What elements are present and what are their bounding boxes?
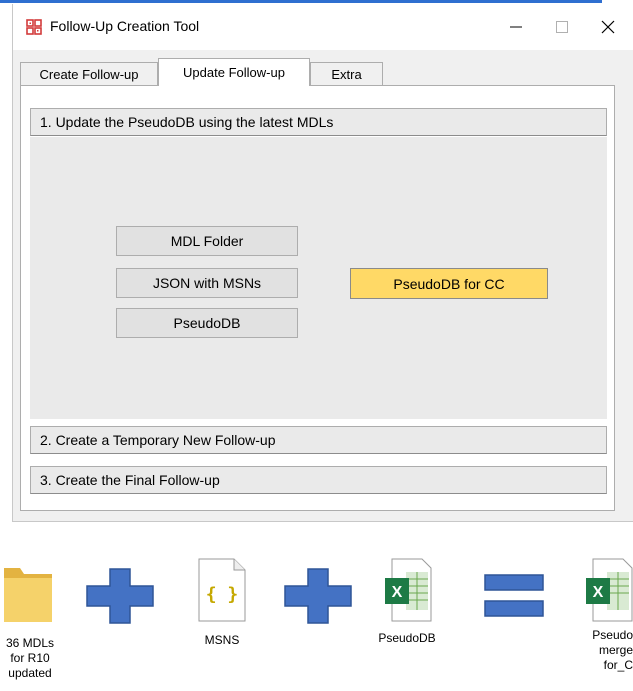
excel-label: PseudoDB bbox=[378, 631, 436, 645]
tab-update-follow-up[interactable]: Update Follow-up bbox=[158, 58, 310, 86]
pseudodb-for-cc-button[interactable]: PseudoDB for CC bbox=[350, 268, 548, 299]
section-update-pseudodb[interactable]: 1. Update the PseudoDB using the latest … bbox=[30, 108, 607, 136]
app-icon bbox=[26, 19, 42, 35]
mdl-folder-button[interactable]: MDL Folder bbox=[116, 226, 298, 256]
minimize-icon bbox=[510, 26, 522, 28]
plus-icon bbox=[86, 568, 154, 624]
json-label: MSNS bbox=[204, 633, 240, 647]
maximize-button[interactable] bbox=[539, 8, 585, 46]
folder-label: 36 MDLs for R10 updated bbox=[5, 636, 55, 680]
excel-glyph: X bbox=[392, 584, 403, 601]
excel-glyph: X bbox=[593, 584, 604, 601]
title-bar[interactable]: Follow-Up Creation Tool bbox=[13, 4, 633, 50]
json-glyph: { } bbox=[206, 584, 239, 605]
section-final-follow-up[interactable]: 3. Create the Final Follow-up bbox=[30, 466, 607, 494]
close-icon bbox=[601, 20, 615, 34]
maximize-icon bbox=[556, 21, 568, 33]
tab-extra[interactable]: Extra bbox=[310, 62, 383, 86]
excel-file-icon: X bbox=[586, 558, 633, 622]
selection-edge bbox=[0, 0, 602, 3]
excel-file-icon: X bbox=[385, 558, 432, 622]
tab-create-follow-up[interactable]: Create Follow-up bbox=[20, 62, 158, 86]
plus-icon bbox=[284, 568, 352, 624]
result-label: Pseudo merge for_C bbox=[592, 628, 633, 672]
window-title: Follow-Up Creation Tool bbox=[50, 18, 200, 34]
equals-icon bbox=[484, 574, 544, 617]
folder-icon bbox=[4, 568, 52, 622]
section-temporary-follow-up[interactable]: 2. Create a Temporary New Follow-up bbox=[30, 426, 607, 454]
close-button[interactable] bbox=[585, 8, 631, 46]
pseudodb-button[interactable]: PseudoDB bbox=[116, 308, 298, 338]
json-msns-button[interactable]: JSON with MSNs bbox=[116, 268, 298, 298]
minimize-button[interactable] bbox=[493, 8, 539, 46]
json-file-icon: { } bbox=[198, 558, 246, 622]
